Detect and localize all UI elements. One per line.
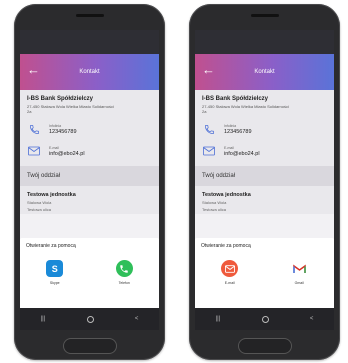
branch-name: Testowa jednostka	[202, 192, 251, 198]
branch-line: Stalowa Wola	[27, 200, 52, 205]
app-label: Telefon	[118, 281, 130, 285]
contact-value: 123456789	[49, 128, 77, 135]
branch-name: Testowa jednostka	[27, 192, 76, 198]
back-nav-icon[interactable]: <	[310, 316, 314, 322]
bank-name: I-BS Bank Spółdzielczy	[202, 96, 269, 102]
page-title: Kontakt	[254, 69, 275, 75]
open-with-sheet: Otwieranie za pomocą E-mail Gmail	[195, 238, 334, 308]
branch-info: Testowa jednostka Stalowa Wola Testowa u…	[20, 186, 159, 214]
status-bar	[20, 30, 159, 54]
bank-address: 27-450 Stalowa Wola Wielka Miasto Solida…	[202, 104, 289, 114]
app-label: E-mail	[224, 281, 235, 285]
section-header: Twój oddział	[195, 166, 334, 186]
bank-name: I-BS Bank Spółdzielczy	[27, 96, 94, 102]
app-label: Skype	[49, 281, 60, 285]
speaker	[75, 14, 104, 17]
branch-line: Testowa ulica	[202, 207, 227, 212]
contact-label: Infolinia	[224, 123, 237, 128]
open-with-sheet: Otwieranie za pomocą S Skype Telefon	[20, 238, 159, 308]
branch-info: Testowa jednostka Stalowa Wola Testowa u…	[195, 186, 334, 214]
phone-app-icon	[115, 260, 133, 277]
mail-icon	[27, 144, 41, 158]
back-arrow-icon[interactable]: ←	[27, 63, 40, 77]
contact-row-email[interactable]: E-mail info@ebo24.pl	[20, 140, 159, 162]
branch-line: Stalowa Wola	[202, 200, 227, 205]
app-option-skype[interactable]: S Skype	[35, 260, 75, 285]
contact-row-infolinia[interactable]: Infolinia 123456789	[195, 118, 334, 140]
contact-content: I-BS Bank Spółdzielczy 27-450 Stalowa Wo…	[20, 90, 159, 214]
contact-label: Infolinia	[49, 123, 62, 128]
contact-value: info@ebo24.pl	[224, 150, 260, 157]
android-nav-bar: ||| <	[195, 308, 334, 330]
email-app-icon	[221, 260, 239, 277]
contact-value: 123456789	[224, 128, 252, 135]
skype-icon: S	[46, 260, 64, 277]
screen: ← Kontakt I-BS Bank Spółdzielczy 27-450 …	[20, 30, 159, 330]
app-bar: ← Kontakt	[195, 54, 334, 90]
recents-icon[interactable]: |||	[41, 316, 46, 322]
section-header: Twój oddział	[20, 166, 159, 186]
app-bar: ← Kontakt	[20, 54, 159, 90]
contact-row-email[interactable]: E-mail info@ebo24.pl	[195, 140, 334, 162]
contact-content: I-BS Bank Spółdzielczy 27-450 Stalowa Wo…	[195, 90, 334, 214]
phone-left: ← Kontakt I-BS Bank Spółdzielczy 27-450 …	[14, 4, 165, 360]
contact-label: E-mail	[224, 145, 234, 150]
phone-icon	[27, 122, 41, 136]
page-title: Kontakt	[79, 69, 100, 75]
sheet-title: Otwieranie za pomocą	[26, 243, 76, 249]
recents-icon[interactable]: |||	[216, 316, 221, 322]
gmail-icon	[290, 260, 308, 277]
app-option-email[interactable]: E-mail	[210, 260, 250, 285]
app-option-gmail[interactable]: Gmail	[279, 260, 319, 285]
back-nav-icon[interactable]: <	[135, 316, 139, 322]
home-button[interactable]	[237, 338, 292, 354]
contact-label: E-mail	[49, 145, 59, 150]
speaker	[250, 14, 279, 17]
android-nav-bar: ||| <	[20, 308, 159, 330]
home-icon[interactable]	[86, 315, 94, 323]
bank-info: I-BS Bank Spółdzielczy 27-450 Stalowa Wo…	[20, 90, 159, 118]
bank-address: 27-450 Stalowa Wola Wielka Miasto Solida…	[27, 104, 114, 114]
home-icon[interactable]	[261, 315, 269, 323]
home-button[interactable]	[62, 338, 117, 354]
app-label: Gmail	[294, 281, 304, 285]
sheet-title: Otwieranie za pomocą	[201, 243, 251, 249]
phone-icon	[202, 122, 216, 136]
app-option-telefon[interactable]: Telefon	[104, 260, 144, 285]
mail-icon	[202, 144, 216, 158]
back-arrow-icon[interactable]: ←	[202, 63, 215, 77]
branch-line: Testowa ulica	[27, 207, 52, 212]
status-bar	[195, 30, 334, 54]
phone-right: ← Kontakt I-BS Bank Spółdzielczy 27-450 …	[189, 4, 340, 360]
bank-info: I-BS Bank Spółdzielczy 27-450 Stalowa Wo…	[195, 90, 334, 118]
screen: ← Kontakt I-BS Bank Spółdzielczy 27-450 …	[195, 30, 334, 330]
contact-row-infolinia[interactable]: Infolinia 123456789	[20, 118, 159, 140]
contact-value: info@ebo24.pl	[49, 150, 85, 157]
